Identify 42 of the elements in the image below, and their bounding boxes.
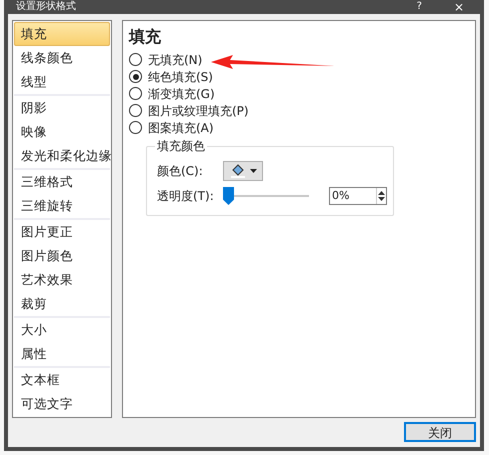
category-item[interactable]: 图片更正 xyxy=(14,220,110,244)
category-item[interactable]: 裁剪 xyxy=(14,292,110,316)
radio-label: 无填充(N) xyxy=(148,52,202,68)
transparency-slider[interactable] xyxy=(223,187,309,205)
caret-icon xyxy=(250,169,256,173)
radio-button[interactable] xyxy=(129,87,142,100)
category-item[interactable]: 三维格式 xyxy=(14,170,110,194)
help-button[interactable]: ? xyxy=(416,1,422,13)
category-item[interactable]: 线条颜色 xyxy=(14,46,110,70)
close-button[interactable]: × xyxy=(454,1,464,13)
category-item[interactable]: 属性 xyxy=(14,342,110,366)
radio-button[interactable] xyxy=(129,121,142,134)
radio-label: 图片或纹理填充(P) xyxy=(148,102,249,120)
radio-button[interactable] xyxy=(129,70,142,83)
radio-label: 纯色填充(S) xyxy=(148,68,213,86)
color-picker-button[interactable] xyxy=(223,161,263,181)
color-label: 颜色(C): xyxy=(157,163,204,180)
group-title: 填充颜色 xyxy=(155,138,207,154)
category-item[interactable]: 艺术效果 xyxy=(14,268,110,292)
transparency-label: 透明度(T): xyxy=(157,188,215,205)
category-item[interactable]: 大小 xyxy=(14,318,110,342)
radio-label: 渐变填充(G) xyxy=(148,86,215,102)
radio-button[interactable] xyxy=(129,53,142,66)
category-item[interactable]: 图片颜色 xyxy=(14,244,110,268)
close-dialog-button[interactable]: 关闭 xyxy=(404,422,476,442)
category-item[interactable]: 映像 xyxy=(14,120,110,144)
category-item[interactable]: 三维旋转 xyxy=(14,194,110,218)
category-item[interactable]: 文本框 xyxy=(14,368,110,392)
category-item[interactable]: 线型 xyxy=(14,70,110,94)
category-item[interactable]: 发光和柔化边缘 xyxy=(14,144,110,168)
transparency-value: 0% xyxy=(331,188,350,204)
panel-heading: 填充 xyxy=(129,27,162,47)
radio-button[interactable] xyxy=(129,104,142,117)
category-item[interactable]: 可选文字 xyxy=(14,392,110,416)
slider-thumb[interactable] xyxy=(223,187,234,205)
category-item[interactable]: 阴影 xyxy=(14,96,110,120)
down-arrow-icon[interactable] xyxy=(378,197,385,201)
category-item[interactable]: 填充 xyxy=(14,22,110,46)
radio-label: 图案填充(A) xyxy=(148,120,214,136)
transparency-spinner[interactable]: 0% xyxy=(329,187,387,205)
window-title: 设置形状格式 xyxy=(16,2,76,12)
up-arrow-icon[interactable] xyxy=(378,191,385,195)
